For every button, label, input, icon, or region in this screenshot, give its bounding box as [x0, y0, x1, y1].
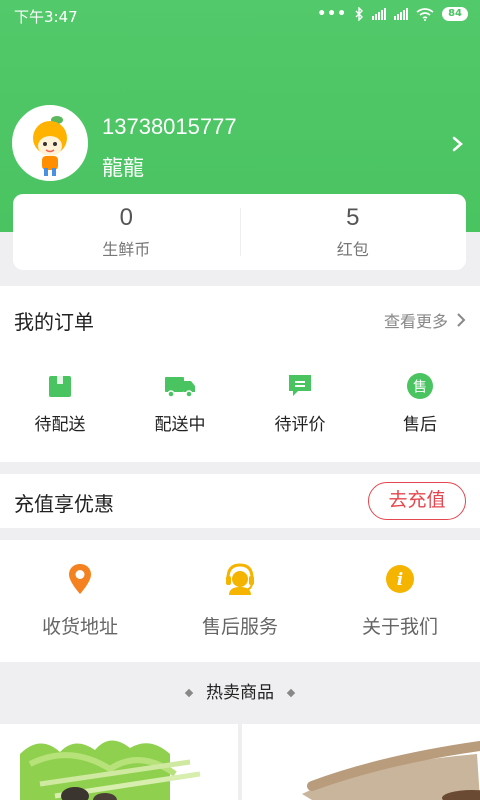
order-label: 配送中 — [154, 415, 206, 435]
recharge-button[interactable]: 去充值 — [368, 482, 466, 520]
order-item-delivering[interactable]: 配送中 — [120, 372, 240, 435]
svg-text:i: i — [397, 570, 403, 590]
status-icons: ••• 84 — [317, 6, 468, 22]
service-label: 关于我们 — [361, 616, 438, 638]
order-item-pending-delivery[interactable]: 待配送 — [0, 372, 120, 435]
status-bar: 下午3:47 ••• 84 — [0, 0, 480, 30]
recharge-title: 充值享优惠 — [14, 492, 114, 516]
after-sales-icon: 售 — [407, 373, 433, 399]
box-icon — [49, 376, 71, 397]
view-more-label: 查看更多 — [383, 312, 448, 331]
product-grid — [0, 724, 480, 800]
stat-value: 5 — [346, 204, 360, 231]
diamond-icon — [184, 688, 194, 698]
service-label: 售后服务 — [201, 616, 278, 638]
bluetooth-icon — [355, 7, 364, 21]
recharge-section: 充值享优惠 去充值 — [0, 474, 480, 528]
stat-red-packets[interactable]: 5 红包 — [239, 194, 467, 270]
product-card[interactable] — [0, 724, 238, 800]
celery-image — [0, 724, 238, 800]
info-icon: i — [386, 565, 414, 593]
stats-card: 0 生鲜币 5 红包 — [13, 194, 466, 270]
hot-products-title: 热卖商品 — [206, 683, 274, 703]
signal-icon — [372, 8, 387, 20]
yam-image — [242, 724, 480, 800]
order-item-after-sales[interactable]: 售 售后 — [360, 372, 480, 435]
chevron-right-icon[interactable] — [448, 132, 468, 156]
service-row: 收货地址 售后服务 i 关于我们 — [0, 562, 480, 639]
battery-icon: 84 — [442, 7, 468, 21]
service-label: 收货地址 — [41, 616, 118, 638]
comment-icon — [289, 375, 311, 396]
orders-section: 我的订单 查看更多 待配送 配送中 待评价 售 售后 — [0, 286, 480, 462]
service-item-address[interactable]: 收货地址 — [0, 562, 160, 639]
avatar[interactable] — [12, 105, 88, 181]
customer-service-icon — [226, 563, 254, 595]
status-time: 下午3:47 — [14, 8, 78, 26]
user-name: 龍龍 — [102, 156, 144, 180]
stat-label: 生鲜币 — [102, 240, 151, 259]
order-item-to-review[interactable]: 待评价 — [240, 372, 360, 435]
service-item-customer-service[interactable]: 售后服务 — [160, 562, 320, 639]
hot-products-heading: 热卖商品 — [0, 678, 480, 703]
stat-label: 红包 — [336, 240, 369, 259]
diamond-icon — [286, 688, 296, 698]
location-pin-icon — [69, 564, 91, 594]
stat-value: 0 — [119, 204, 133, 231]
wifi-icon — [416, 7, 434, 21]
truck-icon — [165, 377, 195, 398]
order-label: 售后 — [403, 415, 437, 435]
more-dots-icon: ••• — [317, 6, 348, 22]
svg-text:售: 售 — [413, 380, 427, 396]
services-section: 收货地址 售后服务 i 关于我们 — [0, 540, 480, 662]
order-label: 待评价 — [274, 415, 326, 435]
hd-signal-icon — [394, 8, 409, 20]
order-label: 待配送 — [34, 415, 86, 435]
chevron-right-icon — [457, 313, 466, 327]
user-phone: 13738015777 — [102, 114, 237, 139]
product-card[interactable] — [242, 724, 480, 800]
stat-coins[interactable]: 0 生鲜币 — [13, 194, 240, 270]
view-more-link[interactable]: 查看更多 — [384, 308, 466, 332]
orders-title: 我的订单 — [14, 310, 94, 334]
service-item-about-us[interactable]: i 关于我们 — [320, 562, 480, 639]
order-status-row: 待配送 配送中 待评价 售 售后 — [0, 372, 480, 435]
